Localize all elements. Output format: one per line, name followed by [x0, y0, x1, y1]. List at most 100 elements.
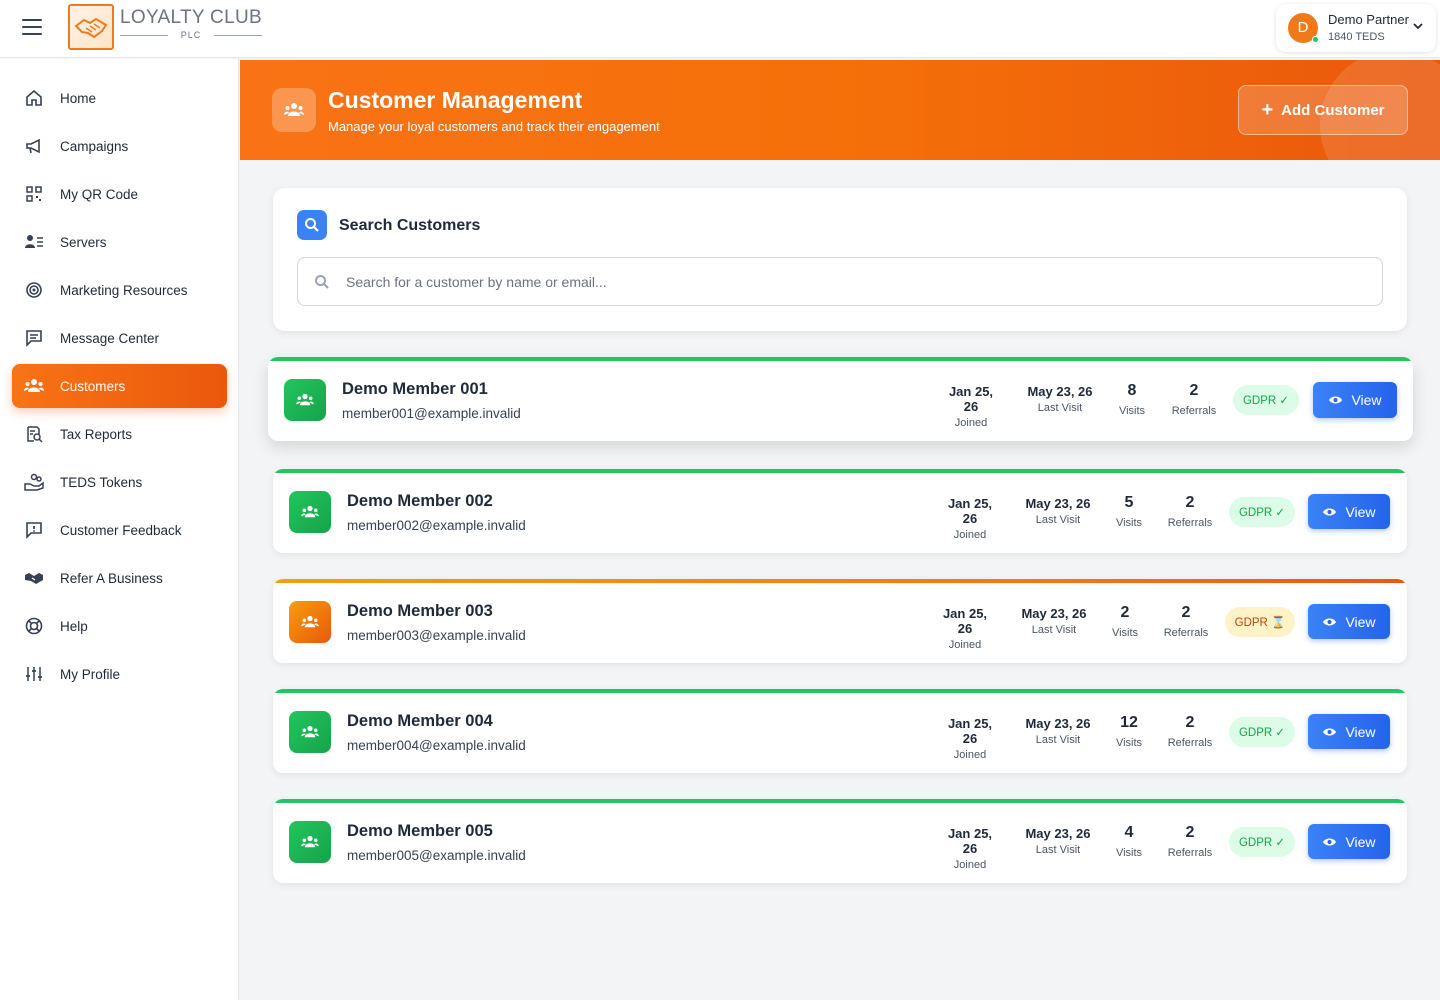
home-icon	[24, 88, 44, 108]
logo[interactable]: LOYALTY CLUB PLC	[68, 4, 262, 50]
last-visit-date: May 23, 26	[1027, 384, 1093, 399]
last-visit-date: May 23, 26	[1025, 716, 1091, 731]
sidebar-item-campaigns[interactable]: Campaigns	[12, 124, 227, 168]
eye-icon	[1328, 395, 1343, 405]
referrals-stat: 2 Referrals	[1164, 714, 1216, 749]
menu-icon[interactable]	[22, 19, 42, 35]
users-icon	[24, 376, 44, 396]
message-icon	[24, 328, 44, 348]
tokens-icon	[24, 472, 44, 492]
users-icon	[284, 379, 326, 421]
view-label: View	[1345, 833, 1376, 850]
joined-date: Jan 25, 26	[948, 384, 994, 414]
sidebar-item-marketing-resources[interactable]: Marketing Resources	[12, 268, 227, 312]
sliders-icon	[24, 664, 44, 684]
referrals-stat: 2 Referrals	[1168, 382, 1220, 417]
joined-stat: Jan 25, 26 Joined	[939, 496, 1001, 541]
view-button[interactable]: View	[1308, 494, 1390, 529]
joined-stat: Jan 25, 26 Joined	[939, 716, 1001, 761]
referrals-label: Referrals	[1171, 405, 1217, 417]
view-label: View	[1351, 392, 1382, 408]
sidebar-item-tax-reports[interactable]: Tax Reports	[12, 412, 227, 456]
joined-date: Jan 25, 26	[942, 606, 988, 636]
gdpr-badge: GDPR ✓	[1229, 717, 1295, 747]
sidebar-item-label: Refer A Business	[60, 570, 163, 586]
view-button[interactable]: View	[1308, 604, 1390, 639]
customer-name: Demo Member 001	[342, 380, 488, 398]
sidebar-item-refer-a-business[interactable]: Refer A Business	[12, 556, 227, 600]
referrals-count: 2	[1189, 382, 1199, 399]
status-bar	[273, 689, 1407, 693]
customer-name: Demo Member 005	[347, 822, 493, 840]
referrals-label: Referrals	[1167, 847, 1213, 859]
users-icon	[289, 821, 331, 863]
last-visit-date: May 23, 26	[1025, 826, 1091, 841]
visits-label: Visits	[1111, 627, 1139, 639]
sidebar-item-label: Message Center	[60, 330, 160, 346]
last-visit-stat: May 23, 26 Last Visit	[1022, 384, 1098, 414]
view-button[interactable]: View	[1308, 824, 1390, 859]
add-customer-button[interactable]: + Add Customer	[1238, 85, 1408, 135]
view-button[interactable]: View	[1308, 714, 1390, 749]
view-label: View	[1345, 613, 1376, 630]
search-input[interactable]	[346, 258, 1366, 305]
joined-stat: Jan 25, 26 Joined	[934, 606, 996, 651]
sidebar-item-home[interactable]: Home	[12, 76, 227, 120]
customer-name: Demo Member 002	[347, 492, 493, 510]
sidebar-item-help[interactable]: Help	[12, 604, 227, 648]
sidebar-item-my-qr-code[interactable]: My QR Code	[12, 172, 227, 216]
joined-date: Jan 25, 26	[947, 826, 993, 856]
sidebar-item-customers[interactable]: Customers	[12, 364, 227, 408]
visits-label: Visits	[1115, 847, 1143, 859]
sidebar-item-label: My QR Code	[60, 186, 139, 202]
page-subtitle: Manage your loyal customers and track th…	[328, 119, 660, 134]
sidebar-item-label: Help	[60, 618, 88, 634]
status-bar	[273, 469, 1407, 473]
customer-card[interactable]: Demo Member 002 member002@example.invali…	[273, 469, 1407, 553]
visits-count: 12	[1120, 714, 1138, 731]
sidebar-item-label: Campaigns	[60, 138, 129, 154]
plus-icon: +	[1261, 98, 1274, 121]
gdpr-badge: GDPR ✓	[1233, 385, 1299, 415]
sidebar-item-servers[interactable]: Servers	[12, 220, 227, 264]
sidebar-item-teds-tokens[interactable]: TEDS Tokens	[12, 460, 227, 504]
last-visit-stat: May 23, 26 Last Visit	[1020, 716, 1096, 746]
joined-stat: Jan 25, 26 Joined	[939, 826, 1001, 871]
sidebar-item-label: Tax Reports	[60, 426, 133, 442]
top-bar: LOYALTY CLUB PLC D Demo Partner 1840 TED…	[0, 0, 1440, 58]
customer-card[interactable]: Demo Member 004 member004@example.invali…	[273, 689, 1407, 773]
eye-icon	[1322, 837, 1337, 847]
view-button[interactable]: View	[1313, 382, 1397, 418]
eye-icon	[1322, 617, 1337, 627]
customer-card[interactable]: Demo Member 001 member001@example.invali…	[268, 357, 1413, 441]
referrals-stat: 2 Referrals	[1164, 824, 1216, 859]
user-menu[interactable]: D Demo Partner 1840 TEDS	[1276, 4, 1436, 52]
visits-stat: 4 Visits	[1111, 824, 1147, 859]
sidebar-item-my-profile[interactable]: My Profile	[12, 652, 227, 696]
search-field[interactable]	[297, 257, 1383, 306]
logo-title: LOYALTY CLUB	[120, 7, 262, 28]
page-title: Customer Management	[328, 87, 583, 113]
search-card: Search Customers	[273, 188, 1407, 331]
status-bar	[273, 579, 1407, 583]
joined-stat: Jan 25, 26 Joined	[940, 384, 1002, 429]
qr-code-icon	[24, 184, 44, 204]
status-bar	[268, 357, 1413, 361]
joined-date: Jan 25, 26	[947, 496, 993, 526]
lifebuoy-icon	[24, 616, 44, 636]
referrals-count: 2	[1185, 714, 1195, 731]
user-token-balance: 1840 TEDS	[1328, 31, 1385, 43]
gdpr-badge: GDPR ✓	[1229, 497, 1295, 527]
online-status-dot	[1312, 36, 1319, 43]
sidebar: Home Campaigns My QR Code Servers Market…	[0, 59, 239, 1000]
last-visit-stat: May 23, 26 Last Visit	[1016, 606, 1092, 636]
customer-card[interactable]: Demo Member 005 member005@example.invali…	[273, 799, 1407, 883]
joined-label: Joined	[954, 417, 988, 429]
sidebar-item-message-center[interactable]: Message Center	[12, 316, 227, 360]
visits-stat: 2 Visits	[1107, 604, 1143, 639]
add-customer-label: Add Customer	[1281, 101, 1385, 119]
customer-card[interactable]: Demo Member 003 member003@example.invali…	[273, 579, 1407, 663]
referrals-stat: 2 Referrals	[1164, 494, 1216, 529]
sidebar-item-customer-feedback[interactable]: Customer Feedback	[12, 508, 227, 552]
joined-label: Joined	[953, 749, 987, 761]
